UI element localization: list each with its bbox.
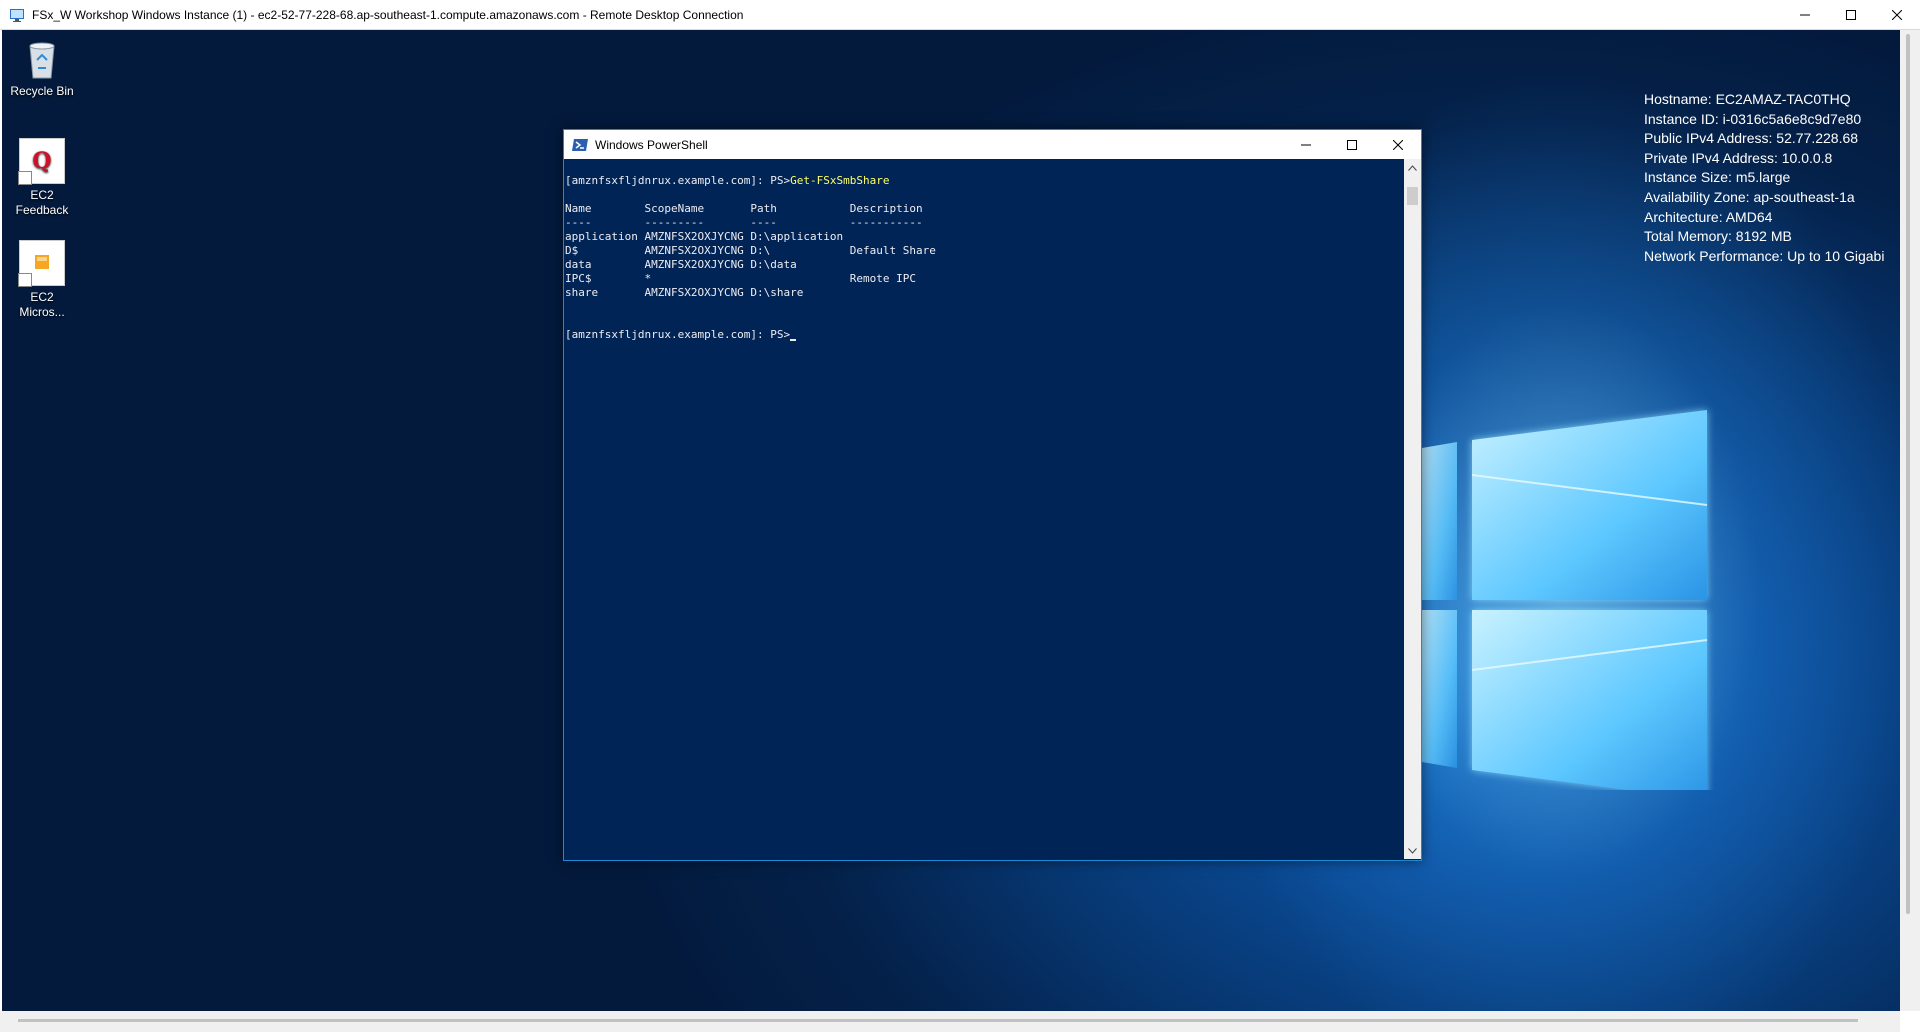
minimize-icon xyxy=(1800,14,1810,15)
shortcut-arrow-icon xyxy=(18,171,32,185)
powershell-vertical-scrollbar[interactable] xyxy=(1404,159,1421,859)
rdp-maximize-button[interactable] xyxy=(1828,0,1874,29)
minimize-icon xyxy=(1301,144,1311,145)
bginfo-network-performance: Network Performance: Up to 10 Gigabi xyxy=(1644,247,1885,264)
powershell-titlebar[interactable]: Windows PowerShell xyxy=(564,130,1421,159)
powershell-window[interactable]: Windows PowerShell [amznfsxfljdnrux.exam… xyxy=(563,129,1422,861)
powershell-console[interactable]: [amznfsxfljdnrux.example.com]: PS>Get-FS… xyxy=(565,160,1405,858)
close-icon xyxy=(1892,9,1902,20)
rdp-titlebar: FSx_W Workshop Windows Instance (1) - ec… xyxy=(0,0,1920,30)
powershell-icon xyxy=(572,138,588,151)
close-icon xyxy=(1393,139,1403,150)
scroll-up-button[interactable] xyxy=(1404,159,1421,176)
powershell-minimize-button[interactable] xyxy=(1283,130,1329,159)
scroll-down-button[interactable] xyxy=(1404,842,1421,859)
rdp-horizontal-scrollbar[interactable] xyxy=(0,1011,1900,1032)
scrollbar-thumb[interactable] xyxy=(1407,187,1418,205)
bginfo-availability-zone: Availability Zone: ap-southeast-1a xyxy=(1644,188,1855,205)
console-table-row: IPC$ * Remote IPC xyxy=(565,272,916,285)
rdp-window-controls xyxy=(1782,0,1920,29)
chevron-down-icon xyxy=(1408,847,1417,854)
remote-desktop-icon xyxy=(10,8,24,22)
ec2-microsoft-icon xyxy=(18,240,65,287)
powershell-window-title: Windows PowerShell xyxy=(595,137,708,152)
bginfo-private-ip: Private IPv4 Address: 10.0.0.8 xyxy=(1644,149,1833,166)
recycle-bin-label: Recycle Bin xyxy=(10,84,74,98)
console-current-prompt[interactable]: [amznfsxfljdnrux.example.com]: PS> xyxy=(565,328,1405,342)
desktop-icon-ec2-feedback[interactable]: Q EC2 Feedback xyxy=(6,138,78,218)
bginfo-panel: Hostname: EC2AMAZ-TAC0THQ Instance ID: i… xyxy=(1644,90,1884,266)
windows-logo-graphic xyxy=(1422,410,1708,790)
powershell-close-button[interactable] xyxy=(1375,130,1421,159)
console-table-row: share AMZNFSX2OXJYCNG D:\share xyxy=(565,286,804,299)
scrollbar-thumb[interactable] xyxy=(1906,34,1910,914)
console-table-header: Name ScopeName Path Description xyxy=(565,202,923,215)
powershell-maximize-button[interactable] xyxy=(1329,130,1375,159)
console-table-row: D$ AMZNFSX2OXJYCNG D:\ Default Share xyxy=(565,244,936,257)
ec2-feedback-label: EC2 Feedback xyxy=(15,188,69,217)
bginfo-public-ip: Public IPv4 Address: 52.77.228.68 xyxy=(1644,130,1859,147)
rdp-close-button[interactable] xyxy=(1874,0,1920,29)
rdp-vertical-scrollbar[interactable] xyxy=(1900,30,1920,1011)
ec2-microsoft-label: EC2 Micros... xyxy=(19,290,65,319)
console-table-row: application AMZNFSX2OXJYCNG D:\applicati… xyxy=(565,230,844,243)
maximize-icon xyxy=(1347,139,1357,150)
console-table-separator: ---- --------- ---- ----------- xyxy=(565,216,923,229)
bginfo-instance-id: Instance ID: i-0316c5a6e8c9d7e80 xyxy=(1644,110,1862,127)
bginfo-architecture: Architecture: AMD64 xyxy=(1644,208,1773,225)
console-prompt: [amznfsxfljdnrux.example.com]: PS> xyxy=(565,328,791,341)
shortcut-arrow-icon xyxy=(18,273,32,287)
bginfo-total-memory: Total Memory: 8192 MB xyxy=(1644,228,1792,245)
console-table-row: data AMZNFSX2OXJYCNG D:\data xyxy=(565,258,797,271)
text-cursor xyxy=(790,339,797,341)
chevron-up-icon xyxy=(1408,164,1417,171)
maximize-icon xyxy=(1846,9,1856,20)
console-prompt: [amznfsxfljdnrux.example.com]: PS> xyxy=(565,174,791,187)
ec2-feedback-icon: Q xyxy=(18,138,65,185)
recycle-bin-icon xyxy=(20,36,64,80)
console-command-line: [amznfsxfljdnrux.example.com]: PS>Get-FS… xyxy=(565,174,1405,188)
console-command: Get-FSxSmbShare xyxy=(790,174,890,187)
scrollbar-thumb[interactable] xyxy=(18,1019,1858,1022)
rdp-minimize-button[interactable] xyxy=(1782,0,1828,29)
bginfo-instance-size: Instance Size: m5.large xyxy=(1644,169,1791,186)
powershell-window-controls xyxy=(1283,130,1421,159)
desktop-icon-ec2-microsoft[interactable]: EC2 Micros... xyxy=(6,240,78,320)
desktop-icon-recycle-bin[interactable]: Recycle Bin xyxy=(6,36,78,99)
bginfo-hostname: Hostname: EC2AMAZ-TAC0THQ xyxy=(1644,91,1851,107)
rdp-window-title: FSx_W Workshop Windows Instance (1) - ec… xyxy=(32,7,744,22)
